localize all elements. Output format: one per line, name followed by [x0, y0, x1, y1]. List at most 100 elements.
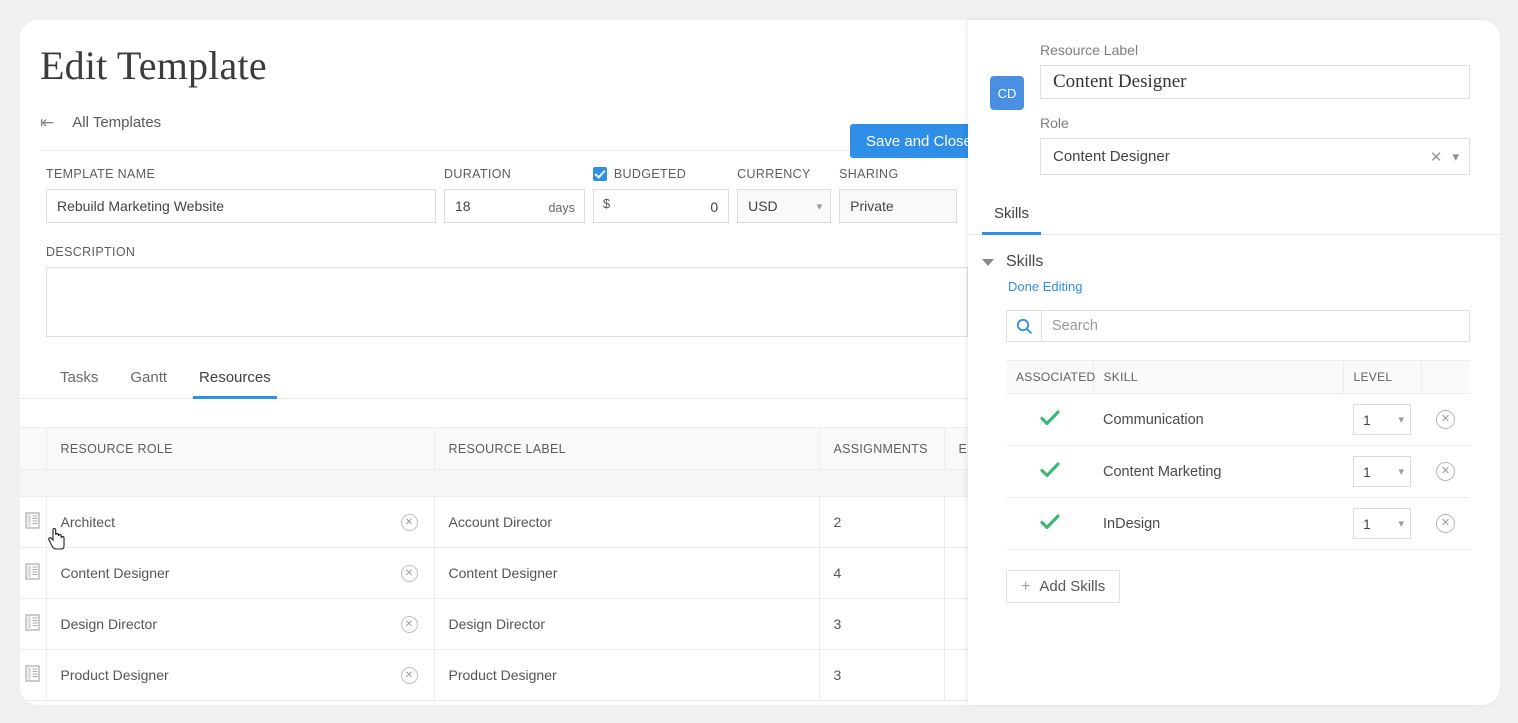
remove-skill-icon[interactable]: ✕ [1436, 410, 1455, 429]
cell-assignments[interactable]: 4 [819, 547, 945, 599]
skills-section-header: Skills [968, 235, 1500, 271]
remove-row-icon[interactable]: ✕ [400, 666, 418, 684]
duration-label: DURATION [444, 167, 512, 181]
skill-row[interactable]: Content Marketing 1 ▾ ✕ [1006, 445, 1470, 498]
table-row[interactable]: Content Designer ✕ Content Designer 4 [20, 547, 968, 599]
currency-select[interactable]: USD ▾ [737, 189, 832, 223]
associated-cell[interactable] [1006, 393, 1093, 446]
cell-resource-role[interactable]: Content Designer ✕ [46, 547, 435, 599]
skill-level-cell[interactable]: 1 ▾ [1343, 393, 1421, 446]
tab-skills[interactable]: Skills [981, 201, 1042, 235]
duration-value: 18 [455, 198, 471, 214]
panel-header: CD Resource Label Content Designer Role … [968, 20, 1500, 175]
resource-role-text: Content Designer [60, 565, 170, 581]
cell-resource-role[interactable]: Product Designer ✕ [46, 649, 435, 701]
search-input[interactable]: Search [1041, 310, 1470, 342]
cell-resource-label[interactable]: Design Director [434, 598, 820, 650]
tab-gantt[interactable]: Gantt [128, 363, 169, 398]
skill-level-select[interactable]: 1 ▾ [1353, 456, 1411, 487]
currency-value: USD [748, 198, 778, 214]
table-row[interactable]: Design Director ✕ Design Director 3 [20, 598, 968, 650]
cell-assignments[interactable]: 2 [819, 496, 945, 548]
skills-search: Search [1006, 310, 1470, 342]
associated-cell[interactable] [1006, 445, 1093, 498]
cell-assignments[interactable]: 3 [819, 649, 945, 701]
skill-actions[interactable]: ✕ [1421, 497, 1470, 550]
col-resource-role[interactable]: RESOURCE ROLE [46, 427, 435, 470]
tab-resources[interactable]: Resources [193, 363, 277, 399]
template-name-input[interactable]: Rebuild Marketing Website [46, 189, 436, 223]
chevron-down-icon: ▾ [1398, 466, 1404, 478]
resource-detail-panel: CD Resource Label Content Designer Role … [968, 20, 1500, 705]
cell-resource-role[interactable]: Architect ✕ [46, 496, 435, 548]
role-select[interactable]: Content Designer ✕ ▾ [1040, 138, 1470, 175]
cell-estimated[interactable] [944, 649, 968, 701]
skill-level-select[interactable]: 1 ▾ [1353, 508, 1411, 539]
skill-actions[interactable]: ✕ [1421, 393, 1470, 446]
cell-estimated[interactable] [944, 598, 968, 650]
col-resource-label[interactable]: RESOURCE LABEL [434, 427, 820, 470]
skill-level-value: 1 [1363, 515, 1371, 532]
col-associated: ASSOCIATED [1006, 360, 1095, 394]
remove-row-icon[interactable]: ✕ [400, 564, 418, 582]
col-actions [1421, 360, 1470, 394]
cell-resource-label[interactable]: Content Designer [434, 547, 820, 599]
chevron-down-icon: ▾ [1398, 518, 1404, 530]
chevron-down-icon[interactable]: ▾ [1452, 149, 1459, 165]
sharing-value[interactable]: Private [839, 189, 958, 223]
role-caption: Role [1040, 115, 1069, 131]
row-doc-icon-cell[interactable] [20, 649, 47, 701]
skill-level-value: 1 [1363, 411, 1371, 428]
remove-row-icon[interactable]: ✕ [400, 513, 418, 531]
row-doc-icon-cell[interactable] [20, 598, 47, 650]
tab-tasks[interactable]: Tasks [58, 363, 100, 398]
resource-label-input[interactable]: Content Designer [1040, 65, 1470, 99]
search-icon-button[interactable] [1006, 310, 1041, 342]
cell-assignments[interactable]: 3 [819, 598, 945, 650]
col-assignments[interactable]: ASSIGNMENTS [819, 427, 945, 470]
skill-name: Content Marketing [1093, 445, 1343, 498]
chevron-down-icon: ▾ [816, 200, 823, 213]
table-row[interactable]: Product Designer ✕ Product Designer 3 [20, 649, 968, 701]
remove-skill-icon[interactable]: ✕ [1436, 514, 1455, 533]
clear-icon[interactable]: ✕ [1420, 148, 1453, 166]
cell-resource-label[interactable]: Account Director [434, 496, 820, 548]
budgeted-field: BUDGETED $ 0 [592, 167, 730, 223]
budgeted-label: BUDGETED [613, 167, 687, 181]
skill-level-select[interactable]: 1 ▾ [1353, 404, 1411, 435]
budgeted-checkbox[interactable] [592, 167, 607, 181]
skill-level-cell[interactable]: 1 ▾ [1343, 497, 1421, 550]
row-doc-icon-cell[interactable] [20, 496, 47, 548]
breadcrumb[interactable]: ⇤ All Templates [40, 114, 948, 137]
description-textarea[interactable] [46, 267, 968, 337]
skill-actions[interactable]: ✕ [1421, 445, 1470, 498]
caret-down-icon[interactable] [982, 258, 994, 266]
remove-skill-icon[interactable]: ✕ [1436, 462, 1455, 481]
skill-level-cell[interactable]: 1 ▾ [1343, 445, 1421, 498]
col-estimated[interactable]: EST [944, 427, 968, 470]
cell-estimated[interactable] [944, 547, 968, 599]
resource-role-text: Design Director [60, 616, 157, 632]
done-editing-link[interactable]: Done Editing [1008, 279, 1500, 294]
skill-row[interactable]: Communication 1 ▾ ✕ [1006, 393, 1470, 446]
col-icon [20, 427, 47, 470]
save-and-close-button[interactable]: Save and Close [850, 124, 968, 158]
remove-row-icon[interactable]: ✕ [400, 615, 418, 633]
skills-header-row: ASSOCIATED SKILL LEVEL [1006, 360, 1470, 394]
all-templates-link[interactable]: All Templates [72, 114, 161, 131]
row-doc-icon-cell[interactable] [20, 547, 47, 599]
cell-resource-label[interactable]: Product Designer [434, 649, 820, 701]
table-row[interactable]: Architect ✕ Account Director 2 [20, 496, 968, 548]
description-label: DESCRIPTION [46, 245, 136, 259]
table-header-row: RESOURCE ROLE RESOURCE LABEL ASSIGNMENTS… [20, 427, 968, 470]
associated-cell[interactable] [1006, 497, 1093, 550]
app-window: Edit Template ⇤ All Templates Save and C… [0, 0, 1518, 723]
cell-estimated[interactable] [944, 496, 968, 548]
skill-row[interactable]: InDesign 1 ▾ ✕ [1006, 497, 1470, 550]
skill-level-value: 1 [1363, 463, 1371, 480]
budget-amount-input[interactable]: $ 0 [592, 189, 730, 223]
content-tabs: Tasks Gantt Resources [20, 363, 968, 399]
duration-input[interactable]: 18 days [444, 189, 585, 223]
cell-resource-role[interactable]: Design Director ✕ [46, 598, 435, 650]
add-skills-button[interactable]: + Add Skills [1006, 570, 1121, 603]
